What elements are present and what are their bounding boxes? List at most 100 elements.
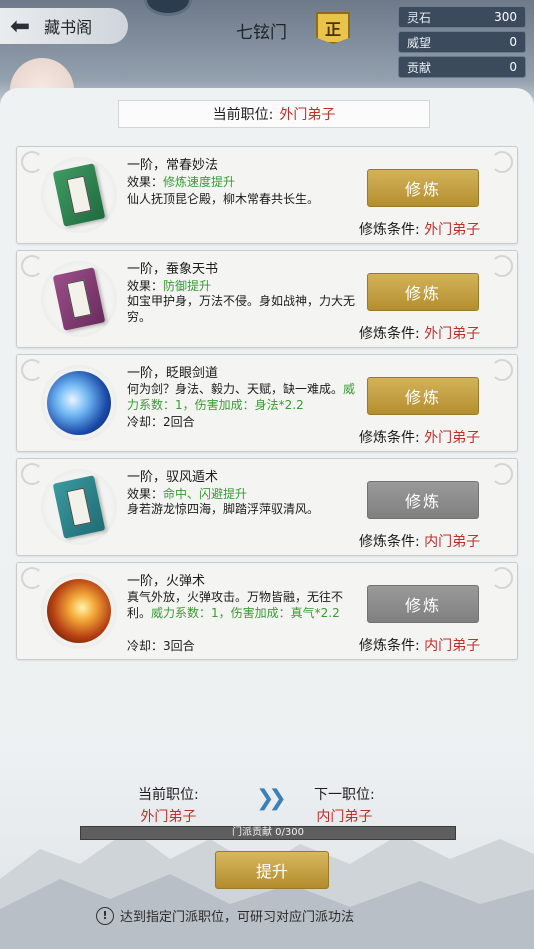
- current-position-value: 外门弟子: [279, 107, 336, 123]
- effect-value: 命中、闪避提升: [163, 487, 248, 501]
- skill-description: 身若游龙惊四海，脚踏浮萍驭清风。: [127, 502, 320, 516]
- train-button-disabled[interactable]: 修炼: [367, 481, 479, 519]
- skill-card: 一阶，火弹术 真气外放，火弹攻击。万物皆融，无往不利。威力系数：1，伤害加成：真…: [16, 562, 518, 660]
- skill-effect: 效果：防御提升: [127, 277, 211, 294]
- resource-weiwang: 威望 0: [398, 31, 526, 53]
- book-purple-icon: [52, 267, 106, 331]
- corner-swirl-icon: [21, 359, 43, 381]
- back-button[interactable]: ⬅ 藏书阁: [0, 8, 128, 44]
- condition-label: 修炼条件:: [359, 326, 420, 342]
- sect-name: 七铉门: [236, 23, 287, 43]
- current-position-value: 外门弟子: [140, 809, 197, 825]
- train-button[interactable]: 修炼: [367, 273, 479, 311]
- resource-value: 300: [494, 10, 517, 24]
- top-bar: ⬅ 藏书阁 七铉门 正 灵石 300 威望 0 贡献 0: [0, 0, 534, 122]
- resource-label: 贡献: [407, 60, 432, 75]
- corner-swirl-icon: [491, 463, 513, 485]
- promotion-next-position: 下一职位: 内门弟子: [314, 784, 375, 826]
- back-label: 藏书阁: [44, 18, 93, 37]
- condition-value: 内门弟子: [424, 534, 481, 550]
- condition-value: 内门弟子: [424, 638, 481, 654]
- resource-label: 威望: [407, 35, 432, 50]
- warning-icon: !: [96, 906, 114, 925]
- corner-swirl-icon: [21, 151, 43, 173]
- book-green-icon: [52, 163, 106, 227]
- resource-label: 灵石: [407, 10, 432, 25]
- double-chevron-right-icon: ❯❯: [256, 786, 287, 811]
- effect-label: 效果：: [127, 487, 164, 501]
- corner-swirl-icon: [21, 463, 43, 485]
- skill-card: 一阶，蚕象天书 效果：防御提升 如宝甲护身，万法不侵。身如战神，力大无穷。 修炼…: [16, 250, 518, 348]
- train-condition: 修炼条件: 内门弟子: [359, 531, 480, 551]
- skill-title: 一阶，蚕象天书: [127, 262, 219, 277]
- resource-value: 0: [509, 35, 517, 49]
- skill-card: 一阶，眨眼剑道 何为剑？身法、毅力、天赋，缺一难成。威力系数：1，伤害加成：身法…: [16, 354, 518, 452]
- skill-description: 如宝甲护身，万法不侵。身如战神，力大无穷。: [127, 294, 356, 324]
- train-button[interactable]: 修炼: [367, 169, 479, 207]
- skill-description: 仙人抚顶昆仑殿，柳木常春共长生。: [127, 192, 320, 206]
- skill-icon-frame: [41, 157, 117, 233]
- effect-label: 效果：: [127, 279, 164, 293]
- book-teal-icon: [52, 475, 106, 539]
- current-position-bar: 当前职位: 外门弟子: [118, 100, 430, 128]
- skill-icon-frame: [41, 573, 117, 649]
- resource-value: 0: [509, 60, 517, 74]
- skill-title: 一阶，火弹术: [127, 574, 206, 589]
- corner-swirl-icon: [491, 567, 513, 589]
- fireball-skill-icon: [47, 579, 111, 643]
- condition-label: 修炼条件:: [359, 534, 420, 550]
- skill-cooldown: 冷却：2回合: [127, 415, 195, 429]
- contribution-progress-bar: 门派贡献 0/300: [80, 826, 456, 840]
- skill-icon-frame: [41, 469, 117, 545]
- skill-effect: 效果：命中、闪避提升: [127, 485, 247, 502]
- effect-value: 防御提升: [163, 279, 212, 293]
- skill-cooldown: 冷却：3回合: [127, 639, 195, 653]
- skill-card: 一阶，驭风遁术 效果：命中、闪避提升 身若游龙惊四海，脚踏浮萍驭清风。 修炼 修…: [16, 458, 518, 556]
- current-position-label: 当前职位:: [138, 787, 199, 803]
- rank-badge: 正: [316, 12, 350, 44]
- train-condition: 修炼条件: 内门弟子: [359, 635, 480, 655]
- sword-skill-icon: [47, 371, 111, 435]
- next-position-label: 下一职位:: [314, 787, 375, 803]
- effect-label: 效果：: [127, 175, 164, 189]
- skill-icon-frame: [41, 365, 117, 441]
- train-condition: 修炼条件: 外门弟子: [359, 323, 480, 343]
- skill-card: 一阶，常春妙法 效果：修炼速度提升 仙人抚顶昆仑殿，柳木常春共长生。 修炼 修炼…: [16, 146, 518, 244]
- skill-title: 一阶，常春妙法: [127, 158, 219, 173]
- progress-text: 门派贡献 0/300: [232, 827, 304, 838]
- promotion-current-position: 当前职位: 外门弟子: [138, 784, 199, 826]
- corner-swirl-icon: [21, 255, 43, 277]
- skill-description: 何为剑？身法、毅力、天赋，缺一难成。威力系数：1，伤害加成：身法*2.2: [127, 381, 363, 413]
- condition-label: 修炼条件:: [359, 638, 420, 654]
- condition-value: 外门弟子: [424, 222, 481, 238]
- skill-title: 一阶，驭风遁术: [127, 470, 219, 485]
- skill-effect: 效果：修炼速度提升: [127, 173, 235, 190]
- hint-text: 达到指定门派职位，可研习对应门派功法: [120, 910, 355, 925]
- current-position-label: 当前职位:: [212, 107, 274, 123]
- promotion-hint: ! 达到指定门派职位，可研习对应门派功法: [96, 906, 354, 925]
- skill-icon-frame: [41, 261, 117, 337]
- skill-description: 真气外放，火弹攻击。万物皆融，无往不利。威力系数：1，伤害加成：真气*2.2: [127, 589, 363, 621]
- effect-value: 修炼速度提升: [163, 175, 236, 189]
- back-arrow-icon: ⬅: [10, 12, 31, 40]
- condition-label: 修炼条件:: [359, 222, 420, 238]
- skill-power-text: 威力系数：1，伤害加成：真气*2.2: [151, 606, 340, 620]
- resource-gongxian: 贡献 0: [398, 56, 526, 78]
- train-button-disabled[interactable]: 修炼: [367, 585, 479, 623]
- corner-swirl-icon: [491, 359, 513, 381]
- condition-value: 外门弟子: [424, 430, 481, 446]
- corner-swirl-icon: [491, 255, 513, 277]
- next-position-value: 内门弟子: [316, 809, 373, 825]
- train-condition: 修炼条件: 外门弟子: [359, 219, 480, 239]
- skill-title: 一阶，眨眼剑道: [127, 366, 219, 381]
- resource-lingshi: 灵石 300: [398, 6, 526, 28]
- condition-label: 修炼条件:: [359, 430, 420, 446]
- sect-emblem-icon: [144, 0, 192, 16]
- train-button[interactable]: 修炼: [367, 377, 479, 415]
- corner-swirl-icon: [21, 567, 43, 589]
- promote-button[interactable]: 提升: [215, 851, 329, 889]
- condition-value: 外门弟子: [424, 326, 481, 342]
- skill-desc-text: 何为剑？身法、毅力、天赋，缺一难成。: [127, 382, 344, 396]
- train-condition: 修炼条件: 外门弟子: [359, 427, 480, 447]
- corner-swirl-icon: [491, 151, 513, 173]
